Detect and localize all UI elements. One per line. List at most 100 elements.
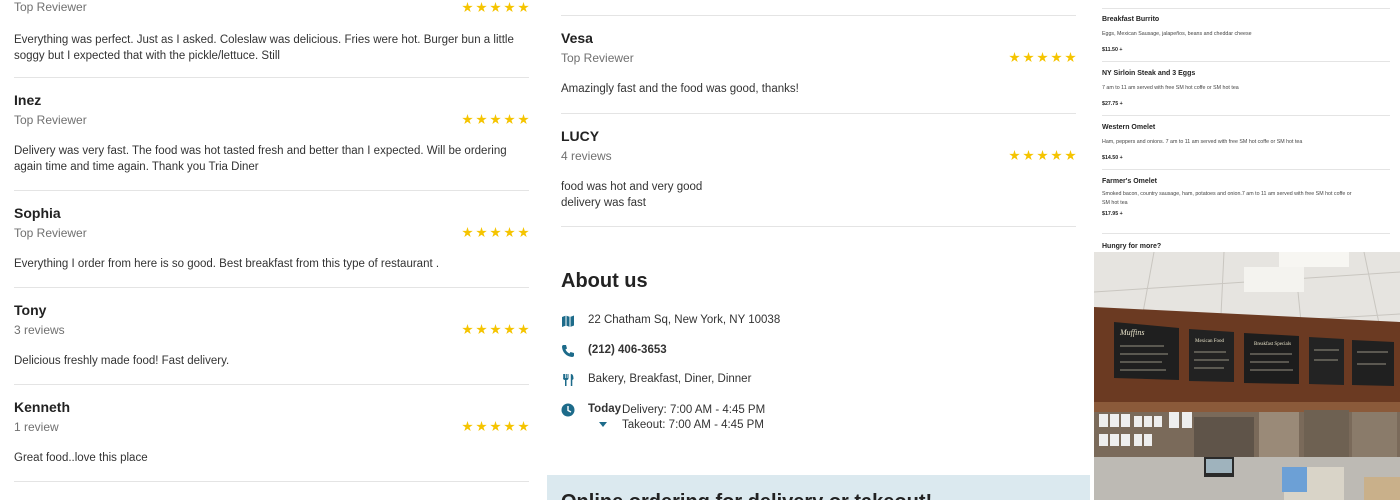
review-card: Sophia Top Reviewer Everything I order f… bbox=[14, 191, 529, 288]
review-text-line: delivery was fast bbox=[561, 196, 647, 209]
map-icon bbox=[562, 315, 574, 327]
clock-icon bbox=[561, 403, 575, 417]
star-icon bbox=[476, 324, 487, 335]
menu-item[interactable]: NY Sirloin Steak and 3 Eggs 7 am to 11 a… bbox=[1102, 70, 1390, 116]
menu-item-desc: Eggs, Mexican Sausage, jalapeños, beans … bbox=[1102, 31, 1252, 37]
reviewer-name: Vesa bbox=[561, 30, 593, 46]
review-text: Great food..love this place bbox=[14, 452, 148, 464]
star-icon bbox=[476, 227, 487, 238]
menu-item-name: NY Sirloin Steak and 3 Eggs bbox=[1102, 70, 1196, 77]
review-card: Top Reviewer Everything was perfect. Jus… bbox=[14, 0, 529, 78]
star-icon bbox=[1009, 150, 1020, 161]
reviewer-name: Tony bbox=[14, 302, 47, 318]
review-text: Amazingly fast and the food was good, th… bbox=[561, 83, 799, 95]
star-icon bbox=[504, 2, 515, 13]
star-icon bbox=[504, 324, 515, 335]
review-text: Everything I order from here is so good.… bbox=[14, 258, 440, 270]
star-rating bbox=[462, 324, 529, 335]
menu-item[interactable]: Western Omelet Ham, peppers and onions. … bbox=[1102, 124, 1390, 170]
restaurant-photo: Muffins Mexican Food Breakfast Specials bbox=[1094, 252, 1400, 500]
reviewer-name: Kenneth bbox=[14, 399, 70, 415]
star-icon bbox=[1023, 150, 1034, 161]
reviewer-name: LUCY bbox=[561, 128, 600, 144]
star-icon bbox=[1009, 52, 1020, 63]
star-icon bbox=[490, 2, 501, 13]
phone-link[interactable]: (212) 406-3653 bbox=[588, 344, 667, 356]
menu-item-name: Farmer's Omelet bbox=[1102, 178, 1157, 185]
review-card: LUCY 4 reviews food was hot and very goo… bbox=[561, 114, 1076, 227]
star-icon bbox=[490, 421, 501, 432]
star-icon bbox=[1023, 52, 1034, 63]
star-rating bbox=[1009, 150, 1076, 161]
phone-row[interactable]: (212) 406-3653 bbox=[561, 344, 667, 358]
hours-row[interactable]: Today Delivery: 7:00 AM - 4:45 PM Takeou… bbox=[561, 403, 765, 433]
review-text-line: food was hot and very good bbox=[561, 181, 703, 193]
star-icon bbox=[504, 227, 515, 238]
star-icon bbox=[518, 227, 529, 238]
star-icon bbox=[504, 114, 515, 125]
star-icon bbox=[1051, 150, 1062, 161]
star-rating bbox=[462, 421, 529, 432]
review-card: Inez Top Reviewer Delivery was very fast… bbox=[14, 78, 529, 191]
star-icon bbox=[476, 421, 487, 432]
review-card: Kenneth 1 review Great food..love this p… bbox=[14, 385, 529, 482]
star-icon bbox=[1065, 150, 1076, 161]
reviewer-badge: Top Reviewer bbox=[14, 113, 87, 127]
menu-item-price: $17.95 + bbox=[1102, 211, 1123, 217]
star-icon bbox=[490, 114, 501, 125]
star-icon bbox=[490, 324, 501, 335]
star-icon bbox=[1037, 52, 1048, 63]
address-text: 22 Chatham Sq, New York, NY 10038 bbox=[588, 314, 781, 326]
reviewer-badge: Top Reviewer bbox=[14, 0, 87, 14]
menu-item-desc: Smoked bacon, country sausage, ham, pota… bbox=[1102, 191, 1352, 206]
reviewer-badge: Top Reviewer bbox=[561, 51, 634, 65]
star-rating bbox=[1009, 52, 1076, 63]
divider bbox=[1102, 8, 1390, 9]
star-icon bbox=[462, 324, 473, 335]
divider bbox=[561, 0, 1076, 16]
menu-item-price: $14.50 + bbox=[1102, 154, 1123, 161]
utensils-icon bbox=[563, 374, 574, 386]
menu-preview-panel: Breakfast Burrito Eggs, Mexican Sausage,… bbox=[1094, 0, 1400, 252]
star-icon bbox=[476, 2, 487, 13]
star-rating bbox=[462, 114, 529, 125]
review-card: Vesa Top Reviewer Amazingly fast and the… bbox=[561, 16, 1076, 114]
reviewer-badge: 4 reviews bbox=[561, 149, 612, 163]
menu-item-price: $27.75 + bbox=[1102, 100, 1123, 107]
star-rating bbox=[462, 2, 529, 13]
menu-item-name: Western Omelet bbox=[1102, 124, 1156, 131]
star-icon bbox=[462, 227, 473, 238]
categories-text: Bakery, Breakfast, Diner, Dinner bbox=[588, 373, 752, 385]
review-card: Tony 3 reviews Delicious freshly made fo… bbox=[14, 288, 529, 385]
star-rating bbox=[462, 227, 529, 238]
star-icon bbox=[518, 114, 529, 125]
star-icon bbox=[476, 114, 487, 125]
reviewer-name: Inez bbox=[14, 92, 42, 108]
star-icon bbox=[504, 421, 515, 432]
address-row[interactable]: 22 Chatham Sq, New York, NY 10038 bbox=[561, 314, 780, 328]
reviewer-badge: Top Reviewer bbox=[14, 226, 87, 240]
order-banner-title: Online ordering for delivery or takeout! bbox=[561, 491, 932, 500]
menu-item-desc: Ham, peppers and onions. 7 am to 11 am s… bbox=[1102, 139, 1303, 145]
hours-takeout: Takeout: 7:00 AM - 4:45 PM bbox=[622, 419, 764, 431]
star-icon bbox=[1065, 52, 1076, 63]
hours-today-label: Today bbox=[588, 403, 622, 415]
menu-item-desc: 7 am to 11 am served with free SM hot co… bbox=[1102, 85, 1239, 91]
menu-item[interactable]: Farmer's Omelet Smoked bacon, country sa… bbox=[1102, 178, 1390, 234]
star-icon bbox=[1037, 150, 1048, 161]
categories-row: Bakery, Breakfast, Diner, Dinner bbox=[561, 373, 751, 387]
star-icon bbox=[518, 2, 529, 13]
reviewer-name: Sophia bbox=[14, 205, 61, 221]
review-text: Delivery was very fast. The food was hot… bbox=[14, 145, 507, 173]
star-icon bbox=[518, 421, 529, 432]
star-icon bbox=[518, 324, 529, 335]
chevron-down-icon[interactable] bbox=[599, 422, 607, 427]
reviews-list-left: Top Reviewer Everything was perfect. Jus… bbox=[14, 0, 529, 482]
reviewer-badge: 1 review bbox=[14, 420, 59, 434]
menu-item-price: $11.50 + bbox=[1102, 46, 1123, 53]
menu-item[interactable]: Breakfast Burrito Eggs, Mexican Sausage,… bbox=[1102, 16, 1390, 62]
order-banner: Online ordering for delivery or takeout! bbox=[547, 475, 1090, 500]
star-icon bbox=[462, 2, 473, 13]
phone-icon bbox=[562, 345, 574, 357]
star-icon bbox=[490, 227, 501, 238]
